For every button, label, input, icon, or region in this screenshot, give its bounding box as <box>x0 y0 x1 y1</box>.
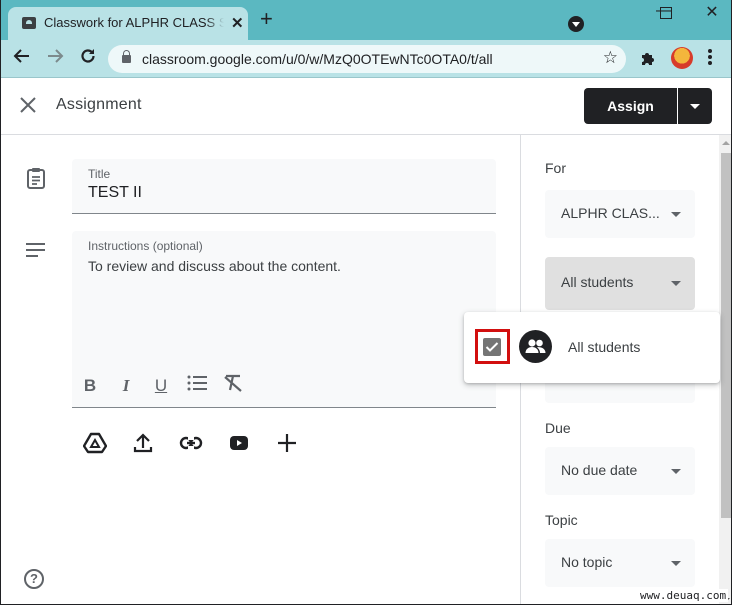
clear-formatting-icon[interactable] <box>221 374 245 398</box>
upload-icon[interactable] <box>132 432 158 458</box>
browser-tab[interactable]: Classwork for ALPHR CLASS SAMPLE ✕ <box>8 7 248 40</box>
bookmark-star-icon[interactable]: ☆ <box>603 48 618 68</box>
chevron-down-icon <box>671 561 681 566</box>
chevron-down-icon <box>671 469 681 474</box>
browser-window: Classwork for ALPHR CLASS SAMPLE ✕ + — ✕… <box>0 0 732 605</box>
link-icon[interactable] <box>179 432 205 458</box>
extensions-puzzle-icon[interactable] <box>640 50 656 71</box>
topic-select-value: No topic <box>561 554 613 570</box>
instructions-field[interactable]: Instructions (optional) To review and di… <box>72 231 496 408</box>
back-arrow-icon[interactable] <box>10 47 34 71</box>
watermark: www.deuaq.com <box>638 589 729 602</box>
class-select[interactable]: ALPHR CLAS... <box>545 190 695 238</box>
title-field[interactable]: Title TEST II <box>72 159 496 214</box>
profile-avatar[interactable] <box>671 47 693 69</box>
create-plus-icon[interactable] <box>276 432 302 458</box>
window-close-button[interactable]: ✕ <box>689 2 731 26</box>
scrollbar-thumb[interactable] <box>721 153 731 518</box>
underline-button[interactable]: U <box>149 374 173 398</box>
assign-divider <box>677 88 678 124</box>
chevron-down-icon <box>671 281 681 286</box>
assignment-clipboard-icon <box>26 167 46 194</box>
students-select[interactable]: All students <box>545 257 695 310</box>
due-label: Due <box>545 420 571 436</box>
google-drive-icon[interactable] <box>82 432 109 458</box>
close-icon[interactable] <box>17 94 39 116</box>
assign-button[interactable]: Assign <box>584 88 677 124</box>
browser-menu-icon[interactable] <box>707 48 713 68</box>
help-icon[interactable]: ? <box>24 569 44 589</box>
topic-label: Topic <box>545 512 578 528</box>
title-label: Title <box>88 167 111 181</box>
tab-search-icon[interactable] <box>568 16 584 32</box>
instructions-label: Instructions (optional) <box>88 239 203 253</box>
url-text: classroom.google.com/u/0/w/MzQ0OTEwNTc0O… <box>142 51 493 67</box>
chevron-down-icon <box>671 212 681 217</box>
youtube-icon[interactable] <box>228 432 254 458</box>
due-select-value: No due date <box>561 462 638 478</box>
group-icon <box>519 330 552 363</box>
lock-icon <box>122 50 131 63</box>
all-students-option[interactable]: All students <box>568 339 640 355</box>
bulleted-list-icon[interactable] <box>185 374 209 398</box>
title-input[interactable]: TEST II <box>88 184 142 202</box>
class-select-value: ALPHR CLAS... <box>561 205 660 221</box>
tab-title: Classwork for ALPHR CLASS SAMPLE <box>44 15 224 30</box>
maximize-icon <box>660 7 672 19</box>
students-select-value: All students <box>561 274 634 290</box>
reload-icon[interactable] <box>76 47 100 71</box>
instructions-lines-icon <box>26 243 45 262</box>
page-header: Assignment Assign <box>1 78 731 135</box>
new-tab-button[interactable]: + <box>260 8 273 30</box>
scrollbar[interactable] <box>719 135 731 604</box>
topic-select[interactable]: No topic <box>545 539 695 587</box>
assign-options-dropdown[interactable] <box>678 88 712 124</box>
for-label: For <box>545 160 566 176</box>
all-students-checkbox[interactable] <box>483 338 501 356</box>
browser-toolbar: classroom.google.com/u/0/w/MzQ0OTEwNTc0O… <box>1 40 731 78</box>
instructions-input[interactable]: To review and discuss about the content. <box>88 258 341 274</box>
address-bar[interactable]: classroom.google.com/u/0/w/MzQ0OTEwNTc0O… <box>108 45 626 73</box>
italic-button[interactable]: I <box>114 374 138 398</box>
due-date-select[interactable]: No due date <box>545 447 695 495</box>
scroll-up-arrow-icon[interactable] <box>722 141 730 145</box>
tab-close-icon[interactable]: ✕ <box>231 14 244 32</box>
students-dropdown-menu: All students <box>464 312 720 383</box>
page-title: Assignment <box>56 96 142 113</box>
classroom-favicon-icon <box>22 17 36 29</box>
bold-button[interactable]: B <box>78 374 102 398</box>
tab-strip: Classwork for ALPHR CLASS SAMPLE ✕ + — ✕ <box>1 0 731 40</box>
forward-arrow-icon[interactable] <box>43 47 67 71</box>
